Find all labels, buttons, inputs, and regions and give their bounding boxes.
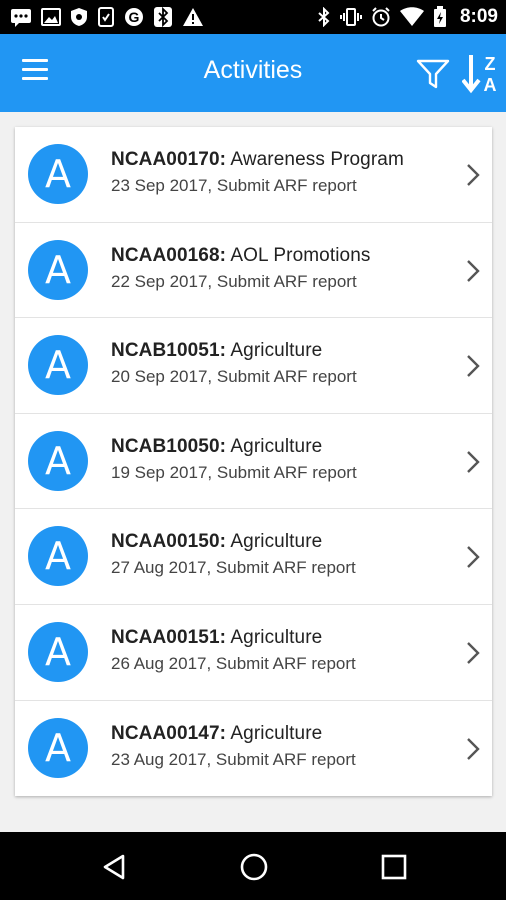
warning-icon [182, 7, 204, 27]
list-item-text: NCAA00150: Agriculture 27 Aug 2017, Subm… [111, 531, 452, 578]
image-icon [41, 8, 61, 26]
chevron-right-icon [467, 355, 480, 378]
filter-button[interactable] [416, 58, 450, 90]
status-bar: G 8:09 [0, 0, 506, 34]
sort-button[interactable]: Z A [461, 52, 500, 95]
activity-subtitle: 27 Aug 2017, Submit ARF report [111, 558, 356, 578]
recents-button[interactable] [378, 852, 410, 882]
sort-letter-a: A [484, 75, 497, 94]
avatar: A [28, 239, 88, 300]
back-button[interactable] [98, 852, 130, 882]
list-item[interactable]: A NCAB10051: Agriculture 20 Sep 2017, Su… [15, 318, 492, 414]
activity-title: NCAA00150: Agriculture [111, 531, 452, 553]
bluetooth-icon [317, 7, 331, 27]
activity-code: NCAA00147: [111, 722, 227, 744]
list-item[interactable]: A NCAA00168: AOL Promotions 22 Sep 2017,… [15, 223, 492, 319]
list-item-text: NCAB10050: Agriculture 19 Sep 2017, Subm… [111, 436, 452, 483]
activity-title: NCAA00147: Agriculture [111, 723, 452, 745]
sort-letter-z: Z [485, 54, 496, 74]
activity-name: Agriculture [230, 722, 323, 744]
activity-title: NCAB10051: Agriculture [111, 340, 452, 362]
list-item[interactable]: A NCAA00170: Awareness Program 23 Sep 20… [15, 127, 492, 223]
chevron-right-icon [467, 737, 480, 760]
vibrate-icon [339, 7, 362, 27]
message-icon [10, 7, 32, 27]
shield-icon [70, 7, 88, 27]
navigation-bar [0, 832, 506, 900]
activity-code: NCAB10050: [111, 435, 227, 457]
avatar: A [28, 144, 88, 204]
avatar: A [28, 430, 88, 491]
list-item-text: NCAA00151: Agriculture 26 Aug 2017, Subm… [111, 627, 452, 674]
avatar: A [28, 621, 88, 682]
activity-name: Agriculture [230, 435, 323, 457]
status-bar-notifications: G [10, 6, 204, 28]
list-item[interactable]: A NCAB10050: Agriculture 19 Sep 2017, Su… [15, 414, 492, 510]
file-icon [97, 7, 115, 27]
activity-code: NCAA00150: [111, 531, 227, 553]
chevron-right-icon [467, 164, 480, 186]
activity-code: NCAA00168: [111, 244, 227, 266]
avatar: A [28, 526, 88, 587]
activity-title: NCAB10050: Agriculture [111, 436, 452, 458]
list-item[interactable]: A NCAA00151: Agriculture 26 Aug 2017, Su… [15, 605, 492, 701]
activity-name: Agriculture [230, 531, 323, 553]
list-item[interactable]: A NCAA00150: Agriculture 27 Aug 2017, Su… [15, 509, 492, 605]
activity-subtitle: 20 Sep 2017, Submit ARF report [111, 367, 357, 387]
activity-code: NCAB10051: [111, 340, 227, 362]
chevron-right-icon [467, 259, 480, 282]
wifi-icon [399, 7, 424, 27]
activity-code: NCAA00170: [111, 149, 227, 170]
sort-z-a-icon: Z A [461, 54, 497, 95]
avatar: A [28, 717, 88, 778]
list-item-text: NCAA00168: AOL Promotions 22 Sep 2017, S… [111, 245, 452, 292]
activity-title: NCAA00168: AOL Promotions [111, 245, 452, 267]
home-button[interactable] [238, 852, 270, 882]
status-bar-system: 8:09 [317, 6, 498, 28]
recents-icon [381, 854, 407, 880]
app-bar: Activities Z A [0, 34, 506, 112]
activities-list: A NCAA00170: Awareness Program 23 Sep 20… [15, 127, 492, 797]
list-item-text: NCAB10051: Agriculture 20 Sep 2017, Subm… [111, 340, 452, 387]
list-item-text: NCAA00170: Awareness Program 23 Sep 2017… [111, 149, 452, 196]
battery-icon [433, 6, 447, 28]
bluetooth-icon [153, 6, 173, 28]
filter-icon [416, 59, 450, 89]
activity-subtitle: 23 Aug 2017, Submit ARF report [111, 749, 356, 769]
activity-subtitle: 26 Aug 2017, Submit ARF report [111, 653, 356, 673]
activity-name: Awareness Program [230, 149, 404, 170]
g-icon: G [124, 7, 144, 27]
activity-name: AOL Promotions [230, 244, 371, 266]
activity-subtitle: 19 Sep 2017, Submit ARF report [111, 462, 357, 482]
home-icon [240, 853, 268, 881]
alarm-icon [371, 7, 391, 27]
activity-title: NCAA00151: Agriculture [111, 627, 452, 649]
activity-subtitle: 22 Sep 2017, Submit ARF report [111, 271, 357, 291]
avatar: A [28, 335, 88, 396]
activity-title: NCAA00170: Awareness Program [111, 149, 452, 171]
svg-text:G: G [129, 9, 140, 25]
activity-subtitle: 23 Sep 2017, Submit ARF report [111, 176, 357, 195]
chevron-right-icon [467, 546, 480, 569]
activity-name: Agriculture [230, 340, 323, 362]
status-time: 8:09 [459, 6, 498, 27]
list-item[interactable]: A NCAA00147: Agriculture 23 Aug 2017, Su… [15, 701, 492, 797]
list-item-text: NCAA00147: Agriculture 23 Aug 2017, Subm… [111, 723, 452, 770]
activity-code: NCAA00151: [111, 626, 227, 648]
chevron-right-icon [467, 642, 480, 664]
activity-name: Agriculture [230, 626, 323, 648]
back-icon [103, 854, 125, 880]
chevron-right-icon [467, 450, 480, 473]
